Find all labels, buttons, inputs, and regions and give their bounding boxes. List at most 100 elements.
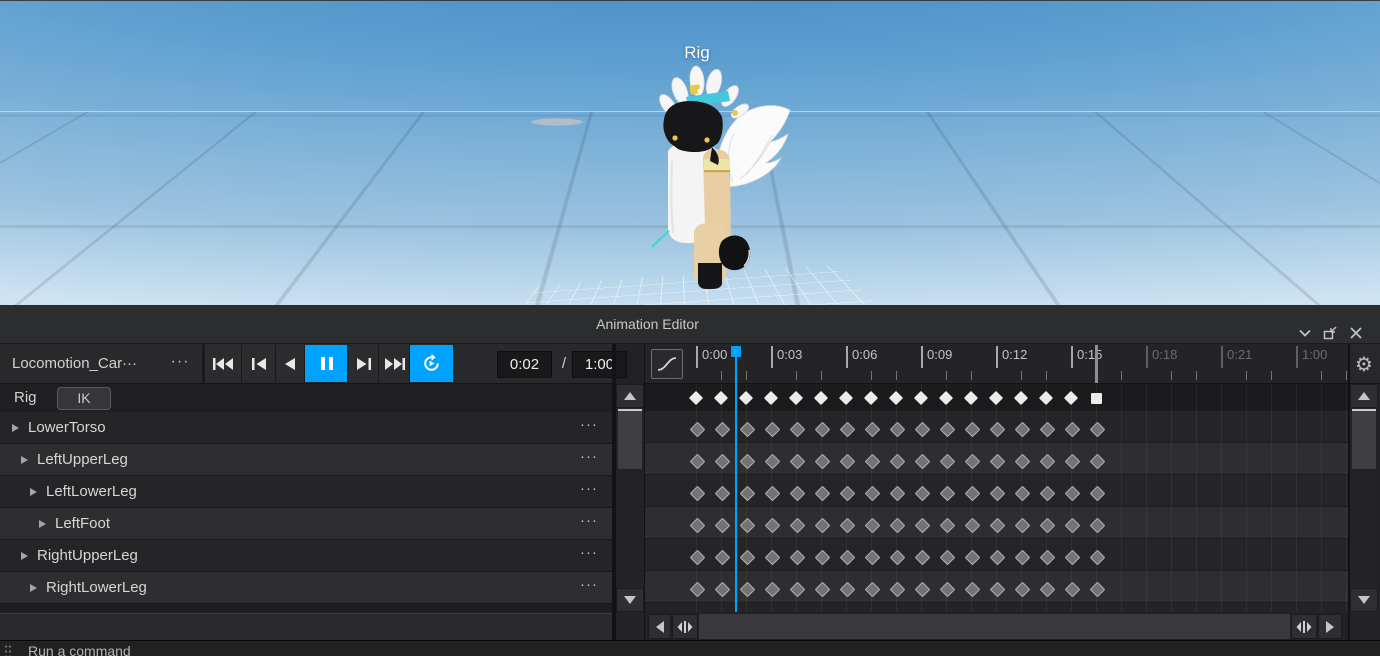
command-input[interactable]: Run a command bbox=[28, 643, 131, 656]
tracklist-vscrollbar bbox=[616, 384, 644, 612]
frame-gridline bbox=[1296, 384, 1297, 612]
track-list: Rig IK LowerTorso ··· LeftUpperLeg ··· LeftL… bbox=[0, 384, 612, 612]
major-tick bbox=[1221, 346, 1223, 368]
rig-header-row: Rig IK bbox=[0, 384, 612, 412]
frame-gridline bbox=[1196, 384, 1197, 612]
rig-character[interactable] bbox=[480, 41, 820, 305]
play-reverse-button[interactable] bbox=[275, 345, 305, 382]
3d-viewport[interactable]: Rig bbox=[0, 0, 1380, 305]
track-row-rightupperleg[interactable]: RightUpperLeg ··· bbox=[0, 540, 612, 572]
timeline-ruler[interactable]: 0:00 0:03 0:06 0:09 0:12 0:15 0:18 0:21 1:00 bbox=[645, 344, 1348, 384]
track-menu-button[interactable]: ··· bbox=[580, 540, 598, 570]
settings-cell: ⚙ bbox=[1348, 344, 1380, 384]
tick-label: 0:21 bbox=[1227, 347, 1253, 362]
hair bbox=[663, 101, 723, 152]
scroll-corner bbox=[616, 613, 644, 640]
track-menu-button[interactable]: ··· bbox=[580, 572, 598, 602]
animation-name[interactable]: Locomotion_Car··· bbox=[12, 344, 137, 383]
scroll-right-button[interactable] bbox=[1318, 614, 1342, 639]
tick-label: 0:06 bbox=[852, 347, 878, 362]
animation-menu-button[interactable]: ··· bbox=[163, 344, 197, 383]
track-menu-button[interactable]: ··· bbox=[580, 476, 598, 506]
distant-part bbox=[531, 118, 583, 126]
frame-gridline bbox=[1271, 384, 1272, 612]
easing-curve-button[interactable] bbox=[651, 349, 683, 379]
drag-handle-icon[interactable] bbox=[4, 644, 12, 656]
minor-tick bbox=[1171, 371, 1172, 380]
skip-to-start-button[interactable] bbox=[204, 345, 242, 382]
tick-label: 1:00 bbox=[1302, 347, 1328, 362]
close-icon[interactable] bbox=[1348, 325, 1366, 341]
roblox-studio-window: Rig Animation Editor Locomotion_Car··· ·… bbox=[0, 0, 1380, 656]
playhead-line[interactable] bbox=[735, 346, 737, 612]
dock-pane-icon[interactable] bbox=[1322, 325, 1340, 341]
track-row-leftlowerleg[interactable]: LeftLowerLeg ··· bbox=[0, 476, 612, 508]
pause-button[interactable] bbox=[304, 345, 348, 382]
scroll-down-button[interactable] bbox=[616, 588, 644, 612]
step-back-button[interactable] bbox=[241, 345, 276, 382]
time-separator: / bbox=[561, 355, 567, 372]
track-menu-button[interactable]: ··· bbox=[580, 444, 598, 474]
zoom-handle-right[interactable] bbox=[1291, 614, 1317, 639]
minor-tick bbox=[946, 371, 947, 380]
track-menu-button[interactable]: ··· bbox=[580, 412, 598, 442]
major-tick bbox=[1146, 346, 1148, 368]
zoom-handle-left[interactable] bbox=[672, 614, 698, 639]
minor-tick bbox=[796, 371, 797, 380]
rig-name-label: Rig bbox=[684, 43, 710, 62]
track-label: RightUpperLeg bbox=[37, 547, 138, 564]
dopesheet-vscrollbar bbox=[1350, 384, 1378, 612]
keyframe-square[interactable] bbox=[1090, 392, 1102, 404]
scroll-up-button[interactable] bbox=[1350, 384, 1378, 408]
step-forward-button[interactable] bbox=[347, 345, 379, 382]
gear-icon[interactable]: ⚙ bbox=[1355, 354, 1373, 374]
track-label: LeftFoot bbox=[55, 515, 111, 532]
ik-marker bbox=[651, 230, 670, 248]
expand-arrow-icon[interactable] bbox=[12, 424, 19, 432]
animation-editor-header: Animation Editor bbox=[0, 305, 1380, 344]
vscroll-thumb[interactable] bbox=[1352, 409, 1376, 469]
expand-arrow-icon[interactable] bbox=[30, 584, 37, 592]
current-time-field[interactable]: 0:02 bbox=[497, 351, 552, 378]
major-tick bbox=[996, 346, 998, 368]
total-time-field[interactable]: 1:00 bbox=[572, 351, 627, 378]
expand-arrow-icon[interactable] bbox=[21, 552, 28, 560]
frame-gridline bbox=[1346, 384, 1347, 612]
track-row-leftupperleg[interactable]: LeftUpperLeg ··· bbox=[0, 444, 612, 476]
playhead-handle[interactable] bbox=[731, 346, 741, 357]
foot bbox=[698, 263, 722, 289]
track-label: LeftLowerLeg bbox=[46, 483, 137, 500]
dopesheet-right-border bbox=[1348, 344, 1350, 640]
dopesheet[interactable] bbox=[645, 384, 1348, 612]
scroll-left-button[interactable] bbox=[648, 614, 671, 639]
animation-end-marker[interactable] bbox=[1095, 345, 1098, 383]
frame-gridline bbox=[1121, 384, 1122, 612]
expand-arrow-icon[interactable] bbox=[39, 520, 46, 528]
expand-arrow-icon[interactable] bbox=[21, 456, 28, 464]
frame-gridline bbox=[1221, 384, 1222, 612]
scroll-up-button[interactable] bbox=[616, 384, 644, 408]
chevron-down-icon[interactable] bbox=[1297, 325, 1315, 341]
major-tick bbox=[1296, 346, 1298, 368]
panel-splitter[interactable] bbox=[612, 344, 616, 640]
toggle-loop-button[interactable] bbox=[409, 345, 453, 382]
tracklist-footer-strip bbox=[0, 604, 612, 612]
track-row-rightlowerleg[interactable]: RightLowerLeg ··· bbox=[0, 572, 612, 604]
ik-button[interactable]: IK bbox=[57, 387, 111, 410]
vscroll-thumb[interactable] bbox=[618, 409, 642, 469]
hscroll-thumb[interactable] bbox=[699, 614, 1290, 639]
rig-header-name: Rig bbox=[14, 389, 37, 406]
minor-tick bbox=[1046, 371, 1047, 380]
track-row-leftfoot[interactable]: LeftFoot ··· bbox=[0, 508, 612, 540]
frame-gridline bbox=[1246, 384, 1247, 612]
expand-arrow-icon[interactable] bbox=[30, 488, 37, 496]
skip-to-end-button[interactable] bbox=[378, 345, 410, 382]
tracklist-bottom-row bbox=[0, 613, 612, 640]
track-row-lowertorso[interactable]: LowerTorso ··· bbox=[0, 412, 612, 444]
tick-label: 0:00 bbox=[702, 347, 728, 362]
minor-tick bbox=[721, 371, 722, 380]
track-menu-button[interactable]: ··· bbox=[580, 508, 598, 538]
panel-title: Animation Editor bbox=[596, 316, 699, 332]
command-bar: Run a command bbox=[0, 640, 1380, 656]
scroll-down-button[interactable] bbox=[1350, 588, 1378, 612]
